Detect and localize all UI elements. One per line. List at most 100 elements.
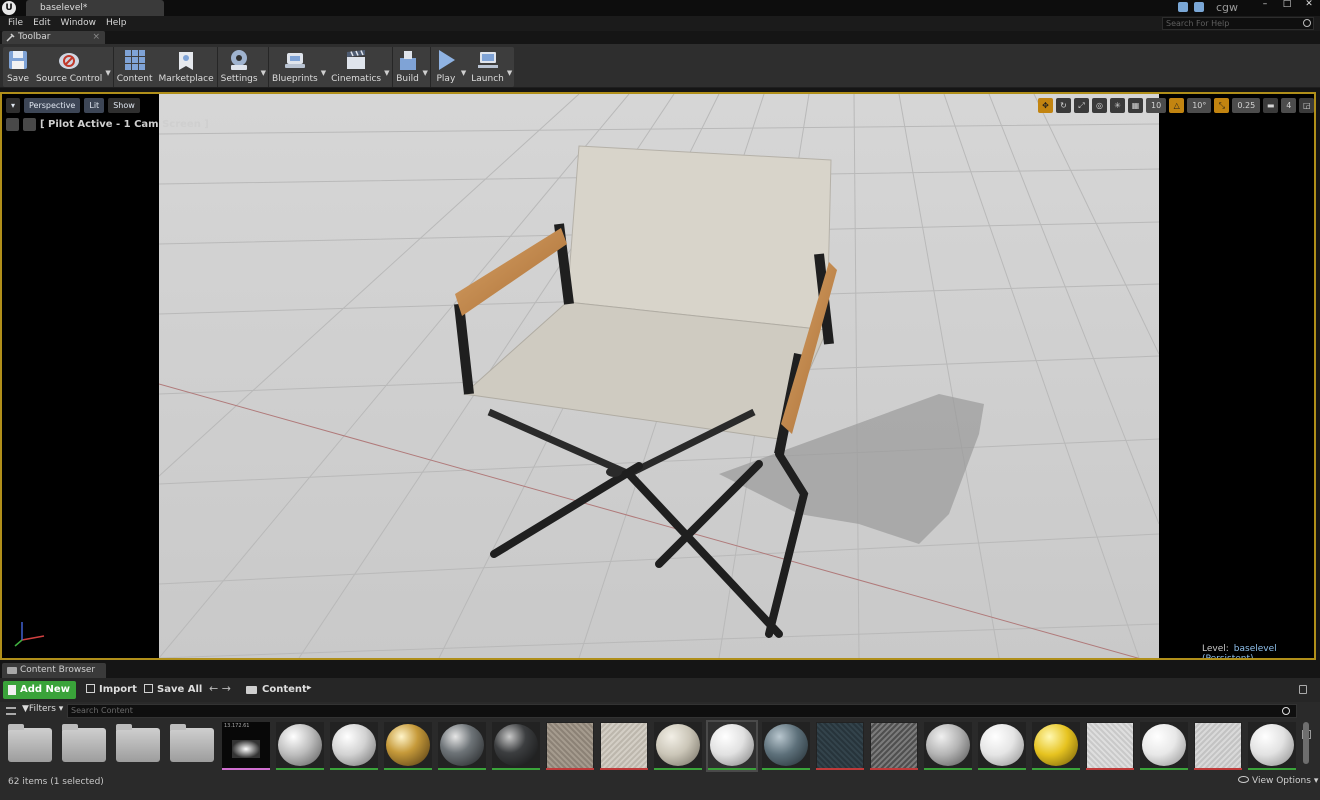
marketplace-button[interactable]: Marketplace	[156, 47, 217, 87]
rotation-snap-value[interactable]: 10°	[1187, 98, 1212, 113]
asset-material[interactable]	[438, 722, 486, 770]
asset-material[interactable]	[978, 722, 1026, 770]
asset-texture[interactable]	[816, 722, 864, 770]
blueprints-label: Blueprints	[271, 74, 318, 84]
asset-material[interactable]	[924, 722, 972, 770]
unreal-logo-icon[interactable]: U	[2, 1, 16, 15]
asset-folder[interactable]	[114, 722, 162, 770]
view-options-button[interactable]: View Options ▾	[1238, 776, 1318, 786]
chevron-down-icon[interactable]: ▼	[105, 69, 110, 77]
save-button[interactable]: Save	[3, 47, 33, 87]
import-icon	[86, 684, 95, 693]
settings-button[interactable]: Settings	[218, 47, 261, 87]
chevron-down-icon[interactable]: ▼	[384, 69, 389, 77]
chevron-down-icon[interactable]: ▼	[423, 69, 428, 77]
path-breadcrumb-content[interactable]: Content	[262, 684, 307, 695]
chevron-down-icon[interactable]: ▼	[261, 69, 266, 77]
feedback-icon[interactable]	[1194, 2, 1204, 12]
sources-toggle-icon[interactable]	[6, 707, 16, 715]
chevron-down-icon[interactable]: ▼	[321, 69, 326, 77]
asset-material[interactable]	[1140, 722, 1188, 770]
asset-hdri[interactable]: 13.172.61	[222, 722, 270, 770]
build-button[interactable]: Build	[393, 47, 423, 87]
asset-texture[interactable]	[600, 722, 648, 770]
camera-speed-value[interactable]: 4	[1281, 98, 1297, 113]
asset-texture[interactable]	[546, 722, 594, 770]
scale-icon[interactable]: ⤢	[1074, 98, 1089, 113]
chat-icon[interactable]	[1178, 2, 1188, 12]
breadcrumb-caret-icon[interactable]: ▸	[307, 683, 312, 693]
back-arrow-icon[interactable]: ←	[209, 682, 218, 695]
asset-material[interactable]	[492, 722, 540, 770]
asset-material[interactable]	[1248, 722, 1296, 770]
level-viewport[interactable]: ▾ Perspective Lit Show [ Pilot Active - …	[0, 92, 1316, 660]
asset-folder[interactable]	[60, 722, 108, 770]
filters-button[interactable]: ▼Filters ▾	[22, 704, 63, 714]
close-window-button[interactable]: ✕	[1298, 0, 1320, 10]
asset-material-selected[interactable]	[706, 720, 758, 772]
pilot-lock-icon[interactable]	[23, 118, 36, 131]
asset-material[interactable]	[762, 722, 810, 770]
rotation-snap-icon[interactable]: △	[1169, 98, 1185, 113]
menu-file[interactable]: File	[3, 16, 28, 31]
source-control-button[interactable]: Source Control	[33, 47, 105, 87]
blueprints-button[interactable]: Blueprints	[269, 47, 321, 87]
lock-icon[interactable]	[1299, 685, 1307, 694]
content-browser: Add New ▾ Import Save All ← → Content ▸ …	[0, 678, 1320, 800]
play-label: Play	[436, 74, 456, 84]
save-all-button[interactable]: Save All	[144, 681, 202, 699]
asset-scrollbar[interactable]	[1303, 722, 1309, 764]
search-content-input[interactable]: Search Content	[67, 704, 1297, 718]
close-icon[interactable]: ×	[92, 31, 100, 44]
rotate-icon[interactable]: ↻	[1056, 98, 1071, 113]
translate-icon[interactable]: ✥	[1038, 98, 1053, 113]
forward-arrow-icon[interactable]: →	[222, 682, 231, 695]
blueprints-icon	[284, 53, 305, 68]
viewport-options-button[interactable]: ▾	[6, 98, 21, 113]
perspective-button[interactable]: Perspective	[24, 98, 81, 113]
asset-texture[interactable]	[870, 722, 918, 770]
import-button[interactable]: Import	[86, 681, 137, 699]
world-space-icon[interactable]: ◎	[1092, 98, 1107, 113]
chevron-down-icon[interactable]: ▼	[461, 69, 466, 77]
lit-button[interactable]: Lit	[84, 98, 105, 113]
asset-material[interactable]	[276, 722, 324, 770]
cinematics-button[interactable]: Cinematics	[328, 47, 384, 87]
add-new-button[interactable]: Add New ▾	[3, 681, 76, 713]
scene-render[interactable]	[159, 94, 1159, 658]
play-button[interactable]: Play	[431, 47, 461, 87]
camera-speed-icon[interactable]: ▬	[1263, 98, 1279, 113]
menu-edit[interactable]: Edit	[28, 16, 55, 31]
launch-button[interactable]: Launch	[468, 47, 507, 87]
eject-icon[interactable]	[6, 118, 19, 131]
toolbar-tab[interactable]: Toolbar ×	[2, 31, 105, 44]
asset-material[interactable]	[330, 722, 378, 770]
grid-snap-value[interactable]: 10	[1146, 98, 1167, 113]
scale-snap-icon[interactable]: ⤡	[1214, 98, 1230, 113]
menu-window[interactable]: Window	[56, 16, 102, 31]
asset-material[interactable]	[654, 722, 702, 770]
maximize-button[interactable]: □	[1276, 0, 1298, 10]
minimize-button[interactable]: –	[1254, 0, 1276, 10]
asset-material[interactable]	[1032, 722, 1080, 770]
content-button[interactable]: Content	[114, 47, 156, 87]
surface-snap-icon[interactable]: ✳	[1110, 98, 1125, 113]
filters-label: Filters	[28, 704, 56, 714]
history-nav: ← →	[209, 682, 231, 695]
document-tab[interactable]: baselevel*	[26, 0, 164, 16]
content-browser-tab[interactable]: Content Browser	[2, 663, 106, 678]
chevron-down-icon[interactable]: ▼	[507, 69, 512, 77]
maximize-viewport-icon[interactable]: ◲	[1299, 98, 1314, 113]
asset-material[interactable]	[384, 722, 432, 770]
scale-snap-value[interactable]: 0.25	[1232, 98, 1261, 113]
asset-type-bar	[1086, 768, 1134, 770]
show-button[interactable]: Show	[108, 98, 140, 113]
grid-snap-icon[interactable]: ▦	[1128, 98, 1143, 113]
search-icon	[1282, 707, 1290, 715]
asset-folder[interactable]	[6, 722, 54, 770]
asset-texture[interactable]	[1194, 722, 1242, 770]
help-search-input[interactable]: Search For Help	[1162, 17, 1314, 30]
asset-folder[interactable]	[168, 722, 216, 770]
menu-help[interactable]: Help	[101, 16, 132, 31]
asset-texture[interactable]	[1086, 722, 1134, 770]
